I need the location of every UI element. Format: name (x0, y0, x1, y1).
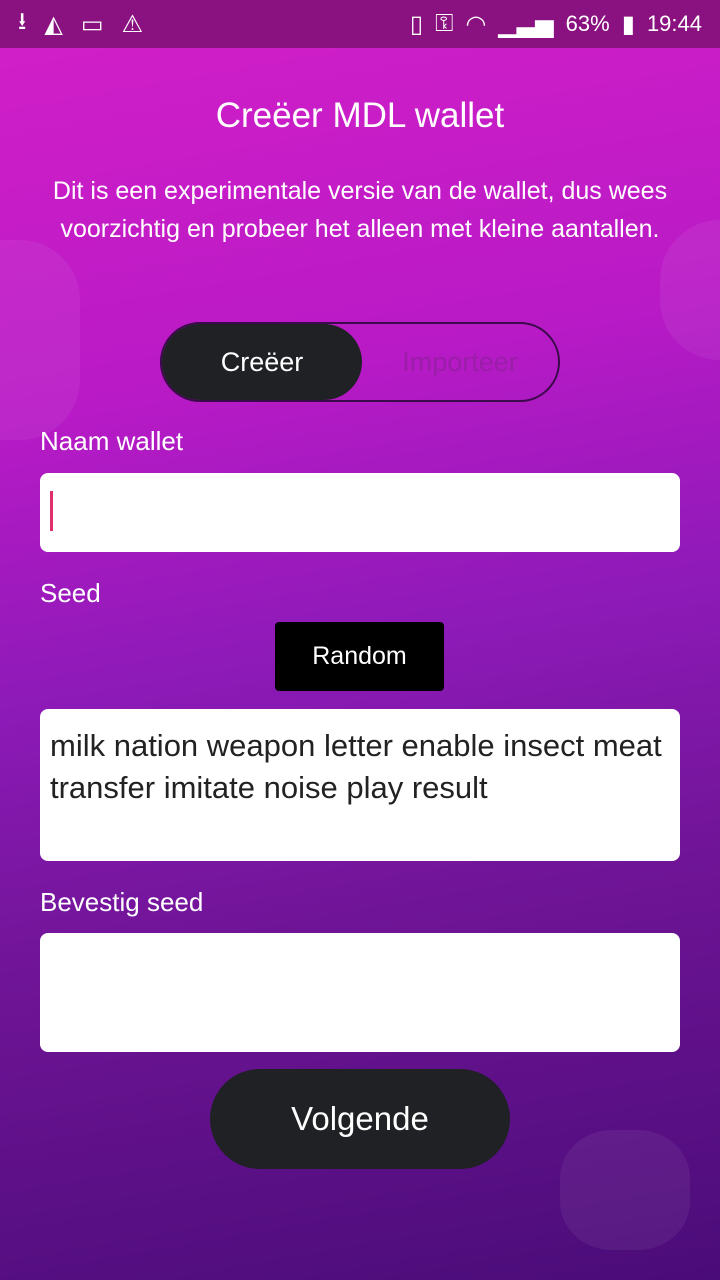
signal-icon: ▁▃▅ (498, 10, 554, 38)
wifi-icon: ◠ (465, 10, 487, 38)
vibrate-icon: ▯ (409, 10, 424, 38)
confirm-seed-input[interactable] (40, 933, 680, 1052)
mode-toggle: Creëer Importeer (160, 322, 560, 402)
image-icon: ▭ (80, 10, 104, 38)
battery-percent: 63% (565, 11, 610, 36)
background-shape (0, 240, 80, 440)
next-button[interactable]: Volgende (210, 1069, 510, 1169)
tab-import[interactable]: Importeer (362, 324, 558, 400)
text-caret (50, 491, 53, 531)
clock: 19:44 (646, 11, 702, 36)
app-icon: ◭ (44, 10, 63, 38)
seed-label: Seed (40, 578, 101, 608)
warning-icon: ⚠ (121, 10, 144, 38)
background-shape (560, 1130, 690, 1250)
battery-icon: ▮ (621, 10, 635, 38)
download-sync-icon: ⭳ (18, 7, 27, 35)
wallet-name-input[interactable] (40, 473, 680, 552)
random-button[interactable]: Random (275, 622, 444, 691)
page-title: Creëer MDL wallet (215, 96, 505, 135)
description: Dit is een experimentale versie van de w… (52, 177, 668, 243)
tab-create[interactable]: Creëer (162, 324, 362, 400)
key-icon: ⚿ (435, 10, 454, 37)
seed-input[interactable]: milk nation weapon letter enable insect … (40, 709, 680, 861)
wallet-name-label: Naam wallet (40, 426, 184, 456)
confirm-seed-label: Bevestig seed (40, 887, 204, 917)
status-bar: ⭳ ◭ ▭ ⚠ ▯ ⚿ ◠ ▁▃▅ 63% ▮ 19:44 (0, 0, 720, 48)
